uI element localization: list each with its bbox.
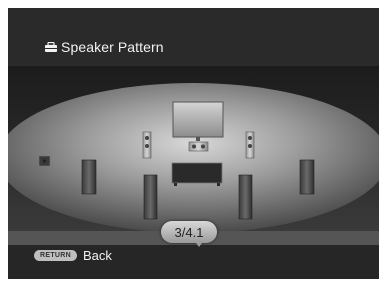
surround-back-right-speaker <box>238 174 253 220</box>
small-speaker-left <box>38 155 51 167</box>
center-speaker <box>188 141 209 152</box>
front-left-speaker <box>142 131 152 159</box>
header-bar: Speaker Pattern <box>8 8 379 66</box>
page-title-text: Speaker Pattern <box>61 39 164 55</box>
surround-right-speaker <box>299 159 315 195</box>
return-key-label: RETURN <box>34 250 77 261</box>
speaker-layout-scene <box>8 66 379 233</box>
pattern-indicator-arrow <box>196 243 202 247</box>
subwoofer <box>171 162 223 186</box>
tv-screen <box>172 101 224 141</box>
page-title: Speaker Pattern <box>44 39 164 55</box>
pattern-indicator-text: 3/4.1 <box>174 224 204 240</box>
back-button[interactable]: RETURN Back <box>34 248 112 263</box>
speaker-setup-icon <box>45 41 57 52</box>
back-label: Back <box>82 248 112 263</box>
pattern-indicator[interactable]: 3/4.1 <box>161 221 217 243</box>
front-right-speaker <box>245 131 255 159</box>
surround-back-left-speaker <box>143 174 158 220</box>
speaker-layout-diagram <box>8 83 379 233</box>
surround-left-speaker <box>81 159 97 195</box>
